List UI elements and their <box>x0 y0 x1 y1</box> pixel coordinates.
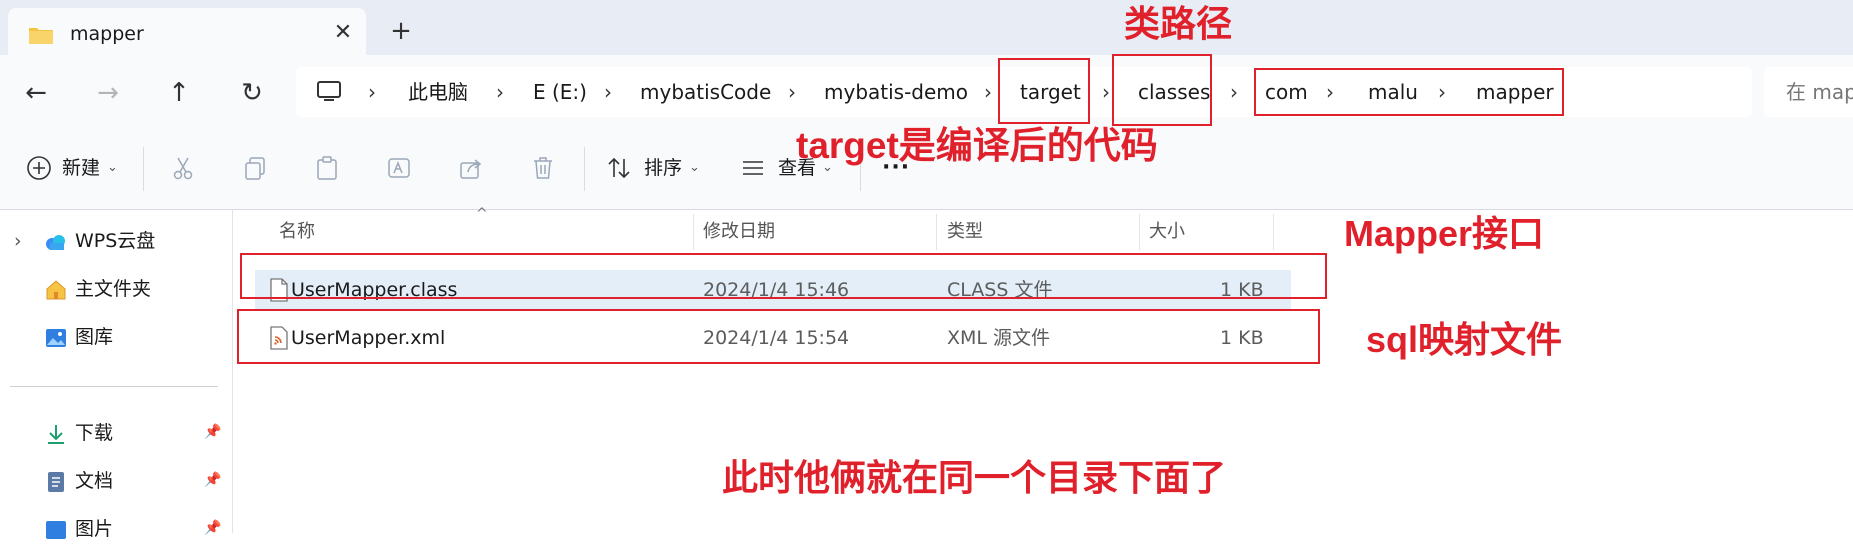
sidebar-item-home[interactable]: 主文件夹 <box>44 276 224 304</box>
tab-title: mapper <box>70 23 144 45</box>
column-divider[interactable] <box>1139 214 1140 250</box>
column-header-size[interactable]: 大小 <box>1149 220 1185 244</box>
navigation-pane: › WPS云盘 主文件夹 图库 下载 📌 文档 📌 图片 📌 <box>0 210 233 540</box>
chevron-down-icon[interactable]: ⌄ <box>689 155 700 181</box>
pin-icon[interactable]: 📌 <box>204 424 221 440</box>
sidebar-item-label: 文档 <box>75 470 114 492</box>
tab-mapper[interactable]: mapper ✕ <box>8 8 366 55</box>
expand-chevron-icon[interactable]: › <box>14 228 22 254</box>
download-icon <box>48 425 64 444</box>
sidebar-item-pictures[interactable]: 图片 📌 <box>44 516 230 544</box>
delete-icon[interactable] <box>530 155 556 181</box>
view-icon[interactable] <box>740 155 766 181</box>
breadcrumb-separator: › <box>984 80 992 104</box>
breadcrumb-this-pc[interactable]: 此电脑 <box>408 79 468 105</box>
up-arrow-icon[interactable]: ↑ <box>163 77 195 109</box>
annotation-box-class-file <box>240 253 1327 299</box>
sidebar-item-label: 主文件夹 <box>75 278 152 300</box>
share-icon[interactable] <box>458 155 484 181</box>
sidebar-item-label: 图片 <box>75 518 114 540</box>
breadcrumb-mybatis-demo[interactable]: mybatis-demo <box>824 79 968 105</box>
column-header-name[interactable]: 名称 <box>279 220 315 244</box>
sort-button[interactable]: 排序 <box>644 155 682 181</box>
breadcrumb-separator: › <box>604 80 612 104</box>
annotation-box-target <box>998 58 1090 124</box>
breadcrumb-separator: › <box>368 80 376 104</box>
annotation-target-note: target是编译后的代码 <box>796 125 1158 166</box>
column-divider[interactable] <box>693 214 694 250</box>
new-button[interactable]: 新建 <box>62 155 100 181</box>
annotation-classpath: 类路径 <box>1124 3 1233 44</box>
cloud-icon <box>46 235 65 250</box>
pin-icon[interactable]: 📌 <box>204 472 221 488</box>
computer-icon <box>317 81 341 101</box>
forward-arrow-icon[interactable]: → <box>92 77 124 109</box>
annotation-box-package <box>1254 68 1564 116</box>
column-header-date[interactable]: 修改日期 <box>703 220 775 244</box>
new-plus-icon[interactable] <box>26 155 52 181</box>
chevron-down-icon[interactable]: ⌄ <box>107 155 118 181</box>
sidebar-item-label: 图库 <box>75 326 114 348</box>
tab-strip: mapper ✕ + <box>0 0 1853 55</box>
sort-icon[interactable] <box>606 155 632 181</box>
pictures-icon <box>46 521 66 539</box>
toolbar-divider <box>584 147 585 191</box>
sidebar-item-wps-cloud[interactable]: WPS云盘 <box>44 228 224 256</box>
paste-icon[interactable] <box>314 155 340 181</box>
annotation-sql-mapping: sql映射文件 <box>1366 319 1563 360</box>
sidebar-item-downloads[interactable]: 下载 📌 <box>44 420 230 448</box>
sidebar-item-label: WPS云盘 <box>75 230 156 252</box>
rename-icon[interactable] <box>386 155 412 181</box>
sidebar-divider <box>10 386 218 387</box>
breadcrumb-mybatiscode[interactable]: mybatisCode <box>640 79 771 105</box>
breadcrumb-drive-e[interactable]: E (E:) <box>533 79 587 105</box>
breadcrumb-separator: › <box>1230 80 1238 104</box>
back-arrow-icon[interactable]: ← <box>20 77 52 109</box>
column-header-type[interactable]: 类型 <box>947 220 983 244</box>
column-divider[interactable] <box>936 214 937 250</box>
annotation-same-directory: 此时他俩就在同一个目录下面了 <box>722 457 1227 498</box>
gallery-icon <box>46 329 66 347</box>
annotation-mapper-interface: Mapper接口 <box>1344 213 1545 254</box>
folder-icon <box>29 28 53 44</box>
column-divider[interactable] <box>1273 214 1274 250</box>
breadcrumb-separator: › <box>496 80 504 104</box>
toolbar-divider <box>143 147 144 191</box>
breadcrumb-separator: › <box>788 80 796 104</box>
close-icon[interactable]: ✕ <box>330 20 356 46</box>
annotation-box-xml-file <box>237 309 1320 364</box>
home-icon <box>46 280 66 300</box>
refresh-icon[interactable]: ↻ <box>236 77 268 109</box>
new-tab-button[interactable]: + <box>388 18 414 44</box>
sidebar-item-label: 下载 <box>75 422 114 444</box>
copy-icon[interactable] <box>242 155 268 181</box>
search-box[interactable]: 在 map <box>1764 67 1853 117</box>
annotation-box-classes <box>1112 54 1212 126</box>
cut-icon[interactable] <box>170 155 196 181</box>
sidebar-item-gallery[interactable]: 图库 <box>44 324 224 352</box>
documents-icon <box>48 472 64 492</box>
sidebar-item-documents[interactable]: 文档 📌 <box>44 468 230 496</box>
pin-icon[interactable]: 📌 <box>204 520 221 536</box>
navigation-bar: ← → ↑ ↻ › 此电脑 › E (E:) › mybatisCode › m… <box>0 55 1853 127</box>
sort-ascending-icon: ^ <box>476 206 488 222</box>
search-placeholder: 在 map <box>1786 80 1853 104</box>
breadcrumb-separator: › <box>1102 80 1110 104</box>
